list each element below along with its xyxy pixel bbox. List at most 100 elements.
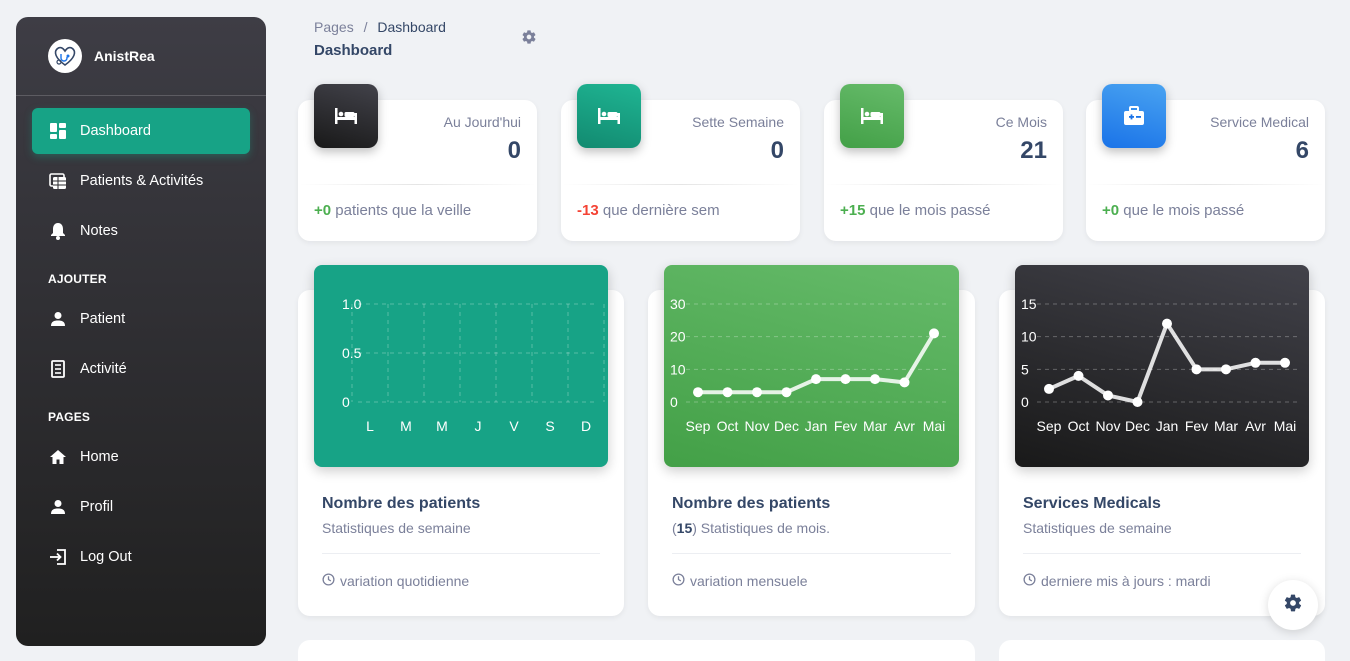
stat-value: 0 [770,137,784,164]
sidebar-item-logout[interactable]: Log Out [32,534,250,580]
chart-panel: 30 20 10 0 Sep Oct Nov Dec Jan Fev Mar Avr Mai [664,265,959,467]
y-tick-label: 0 [1021,394,1029,410]
chart-card-services-medicals: 15 10 5 0 Sep Oct Nov Dec Jan Fev Mar Avr Mai Servic… [999,265,1325,616]
stat-delta-text: patients que la veille [331,202,472,219]
data-point [1221,364,1231,375]
clock-icon [1023,573,1036,589]
clock-icon [672,573,685,589]
x-tick-label: Sep [686,418,711,434]
sidebar-item-activite[interactable]: Activité [32,346,250,392]
data-point [1162,318,1172,329]
section-pages: PAGES [48,410,91,424]
x-tick-label: M [400,418,412,434]
stat-label: Service Medical [1210,114,1309,130]
y-tick-label: 0 [342,394,350,410]
stat-label: Ce Mois [995,114,1047,130]
chart-subtitle: Statistiques de semaine [1023,520,1172,536]
stat-value: 21 [1020,137,1047,164]
sidebar-item-notes[interactable]: Notes [32,208,250,254]
chart-subtitle-rest: ) Statistiques de mois. [692,520,830,536]
chart-footer: variation mensuele [672,573,808,589]
logout-icon [48,547,68,567]
sidebar-item-label: Patients & Activités [80,173,204,189]
data-point [929,328,939,339]
chart-footer-text: derniere mis à jours : mardi [1041,573,1211,589]
page-title: Dashboard [314,42,393,59]
bell-icon [48,221,68,241]
data-point [752,387,762,398]
person-icon [48,309,68,329]
stat-footer: +0 patients que la veille [314,202,471,219]
chart-divider [1023,553,1301,554]
breadcrumb-separator: / [363,19,368,35]
data-point [693,387,703,398]
y-tick-label: 20 [670,329,686,345]
bed-icon [577,84,641,148]
weekly-patients-chart: 1.00.50L M M J V S D [342,296,605,434]
section-ajouter: AJOUTER [48,272,107,286]
series-line [1048,321,1285,404]
x-tick-label: Oct [1068,418,1090,434]
receipt-icon [48,359,68,379]
sidebar-item-profil[interactable]: Profil [32,484,250,530]
sidebar-nav: Dashboard Patients & Activités Notes AJO… [16,96,266,580]
stat-card-month: Ce Mois 21 +15 que le mois passé [824,84,1063,241]
data-point [781,387,792,398]
x-tick-label: Mai [1274,418,1297,434]
stat-delta-text: que le mois passé [865,202,991,219]
x-tick-label: Jan [805,418,828,434]
medical-kit-icon [1102,84,1166,148]
sidebar-item-patient[interactable]: Patient [32,296,250,342]
y-tick-label: 30 [670,296,686,312]
x-tick-label: Avr [1245,418,1266,434]
data-point [1191,364,1202,375]
stat-delta-text: que le mois passé [1119,202,1245,219]
chart-card-weekly-patients: 1.0 0.5 0 L M M J V S D Nombre des patients Stati… [298,265,624,616]
bottom-card-right [999,640,1325,661]
stat-delta: +0 [314,202,332,219]
data-point [870,374,880,385]
stat-delta: +0 [1102,202,1120,219]
bed-icon [840,84,904,148]
y-tick-label: 10 [1021,329,1037,345]
stat-card-service-medical: Service Medical 6 +0 que le mois passé [1086,84,1325,241]
breadcrumb-current: Dashboard [377,19,446,35]
x-tick-label: Fev [1185,418,1208,434]
brand[interactable]: AnistRea [16,17,266,95]
stat-card-today: Au Jourd'hui 0 +0 patients que la veille [298,84,537,241]
table-icon [48,171,68,191]
configurator-button[interactable] [1268,580,1318,630]
stat-label: Sette Semaine [692,114,784,130]
sidebar-item-label: Dashboard [80,123,151,139]
chart-footer: variation quotidienne [322,573,469,589]
chart-divider [672,553,951,554]
chart-footer: derniere mis à jours : mardi [1023,573,1211,589]
x-tick-label: M [436,418,448,434]
chart-title: Services Medicals [1023,495,1161,512]
x-tick-label: Dec [774,418,799,434]
x-tick-label: Nov [745,418,770,434]
chart-footer-text: variation mensuele [690,573,808,589]
data-point [811,374,821,385]
home-icon [48,447,68,467]
data-point [1250,357,1261,368]
sidebar-item-patients-activites[interactable]: Patients & Activités [32,158,250,204]
settings-gear-icon[interactable] [521,29,537,45]
data-point [1044,383,1054,394]
x-tick-label: Sep [1037,418,1062,434]
sidebar-item-dashboard[interactable]: Dashboard [32,108,250,154]
y-tick-label: 0 [670,394,678,410]
stat-label: Au Jourd'hui [443,114,521,130]
brand-name: AnistRea [94,48,155,64]
chart-subtitle: Statistiques de semaine [322,520,471,536]
stat-delta: -13 [577,202,599,219]
breadcrumb-root[interactable]: Pages [314,19,354,35]
x-tick-label: Avr [894,418,915,434]
sidebar-item-home[interactable]: Home [32,434,250,480]
chart-panel: 15 10 5 0 Sep Oct Nov Dec Jan Fev Mar Avr Mai [1015,265,1309,467]
x-tick-label: D [581,418,591,434]
stat-divider [561,184,800,185]
sidebar-item-label: Log Out [80,549,132,565]
x-tick-label: Fev [834,418,857,434]
chart-card-monthly-patients: 30 20 10 0 Sep Oct Nov Dec Jan Fev Mar Avr Mai Nombr… [648,265,975,616]
